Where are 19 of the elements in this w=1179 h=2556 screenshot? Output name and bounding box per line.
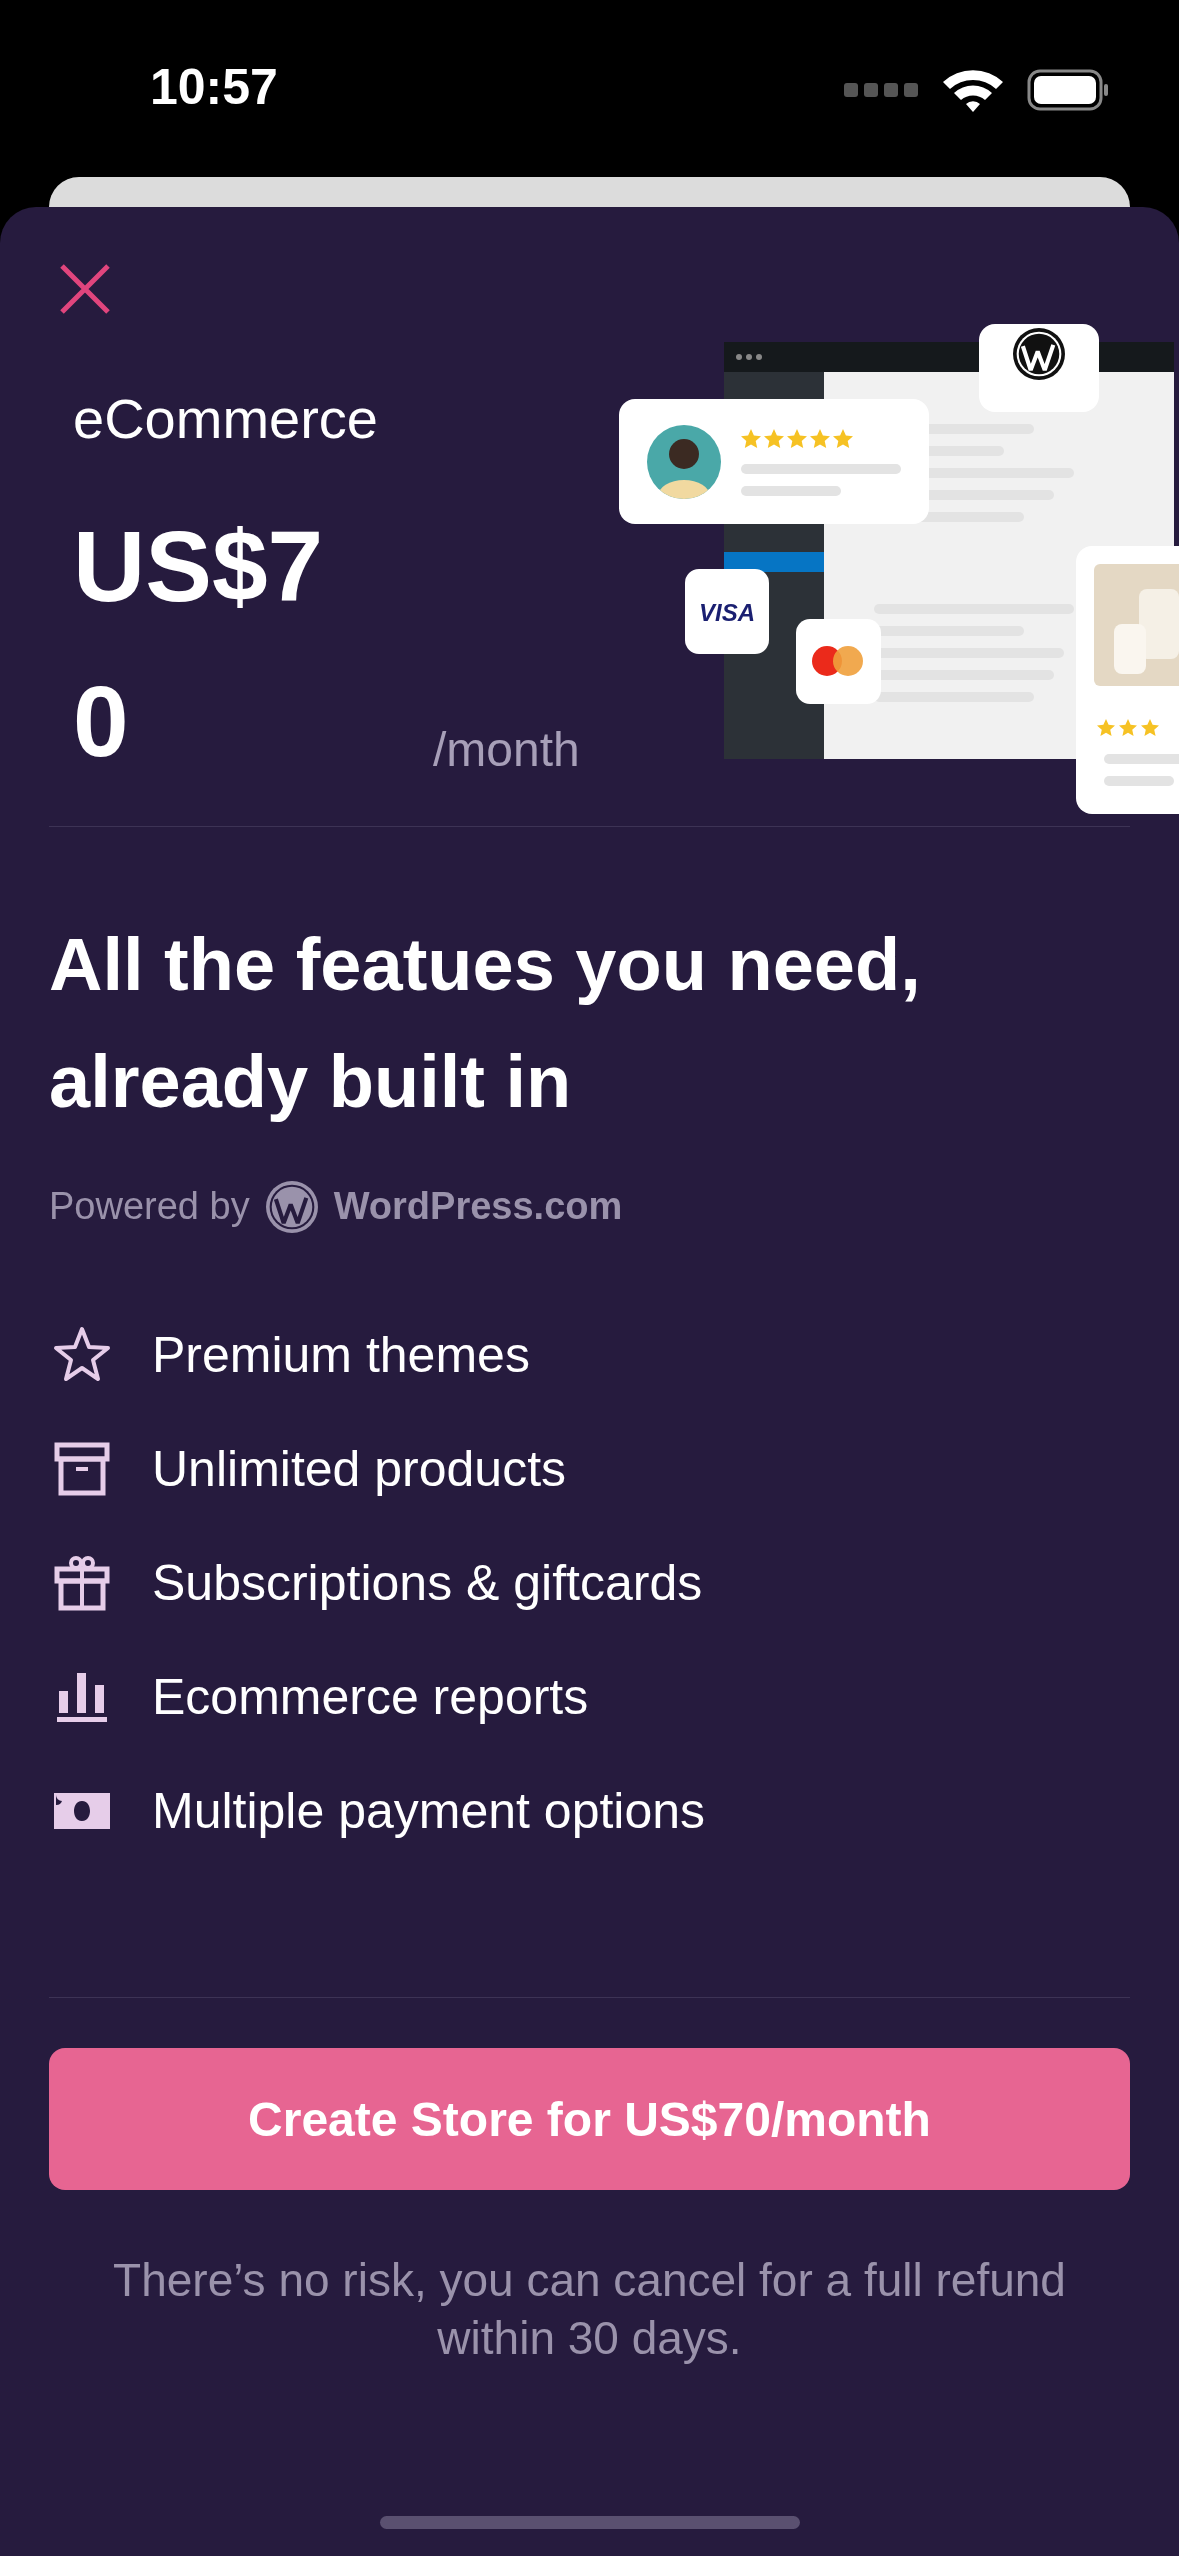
refund-note: There’s no risk, you can cancel for a full refund within 30 days. — [112, 2253, 1067, 2366]
feature-label: Multiple payment options — [152, 1781, 706, 1840]
price-period: /month — [433, 722, 580, 777]
signal-icon — [844, 81, 919, 99]
status-time: 10:57 — [150, 58, 278, 116]
create-store-button[interactable]: Create Store for US$70/month — [49, 2048, 1130, 2190]
feature-label: Premium themes — [152, 1325, 530, 1384]
plan-price: US$70 — [73, 509, 325, 779]
feature-label: Subscriptions & giftcards — [152, 1553, 703, 1612]
store-illustration-drawing: VISA — [619, 324, 1179, 814]
feature-label: Unlimited products — [152, 1439, 567, 1498]
plan-name: eCommerce — [73, 386, 379, 451]
feature-label: Ecommerce reports — [152, 1667, 589, 1726]
powered-by-label: Powered by — [49, 1185, 250, 1229]
close-button[interactable] — [58, 262, 112, 316]
wordpress-logo-icon — [263, 1178, 320, 1235]
brand-name: WordPress.com — [333, 1185, 623, 1229]
headline: All the featues you need, already built in — [49, 922, 922, 1125]
battery-icon — [1027, 69, 1109, 111]
